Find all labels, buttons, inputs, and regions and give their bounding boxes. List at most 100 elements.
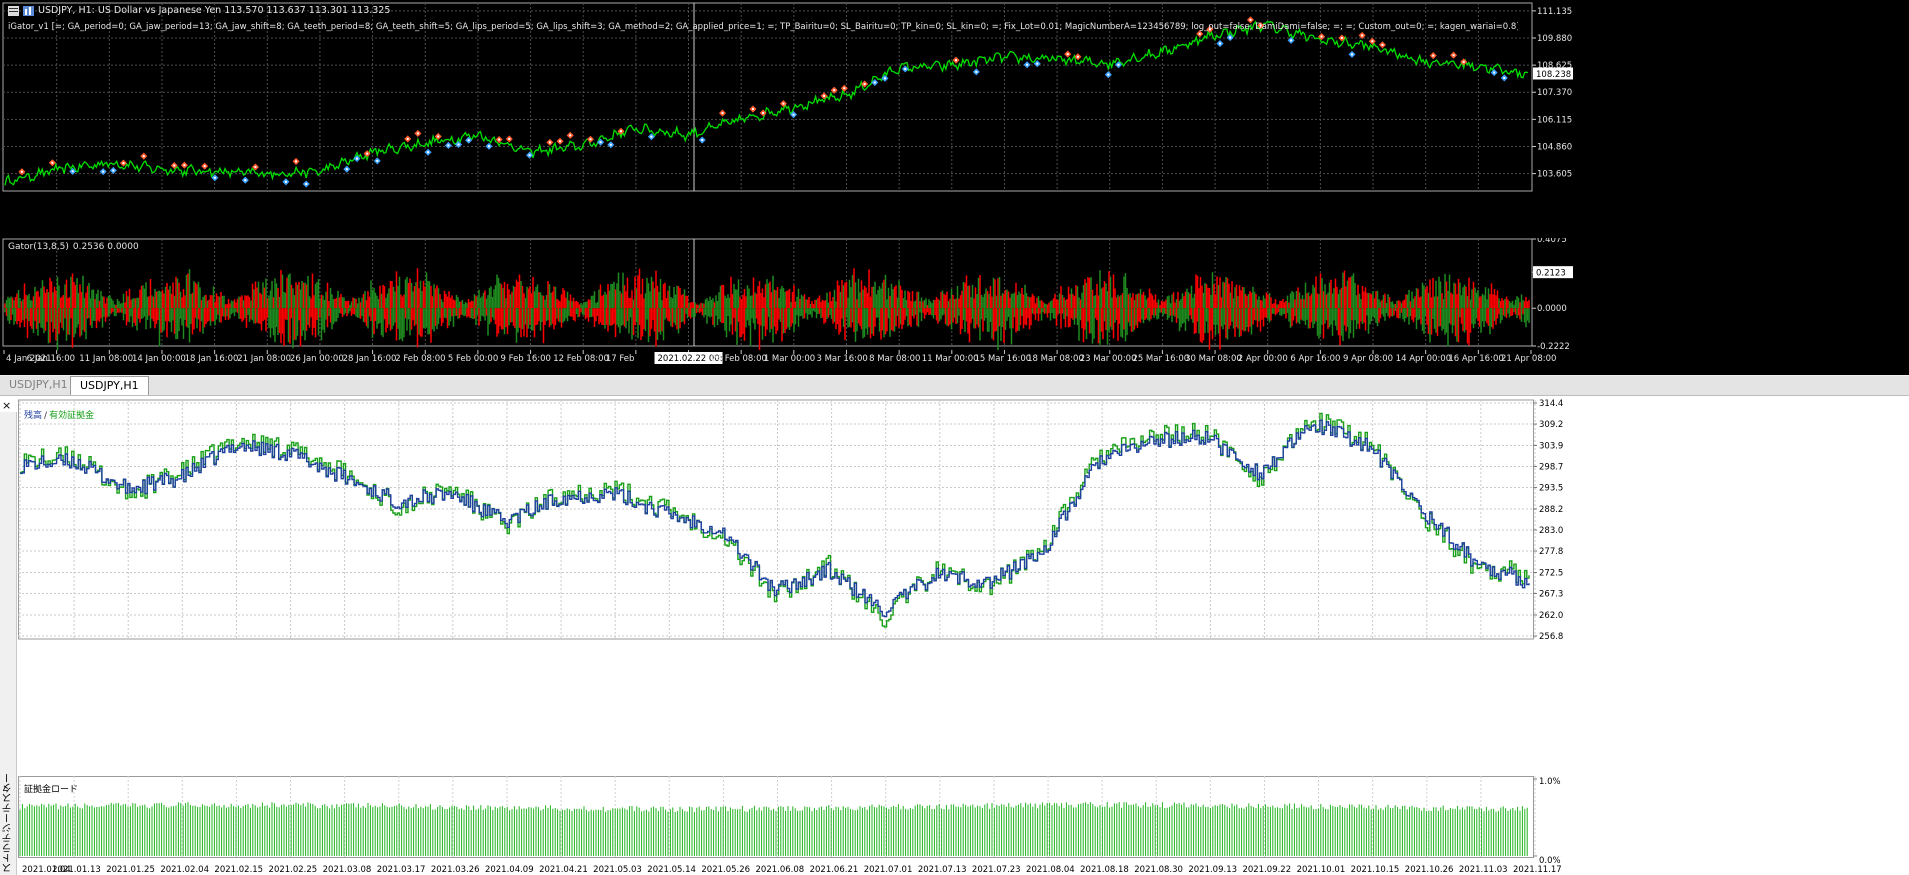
trade-marker-center [1361,34,1364,37]
date-tick-label: 2021.05.26 [701,865,750,875]
trade-marker-center [437,135,440,138]
chart-menu-icon[interactable] [8,5,19,16]
trade-marker-center [254,166,257,169]
trade-marker [18,168,26,176]
time-tick-label: 18 Jan 16:00 [185,354,239,364]
date-tick-label: 2021.07.13 [918,865,967,875]
trade-marker-center [51,161,54,164]
trade-marker [48,159,56,167]
trade-marker-center [173,164,176,167]
trade-marker [140,152,148,160]
trade-marker-center [1452,54,1455,57]
trade-marker-center [589,138,592,141]
trade-marker-center [863,83,866,86]
trade-marker-center [183,164,186,167]
trade-marker-center [1219,42,1222,45]
trade-marker [373,157,381,165]
trade-marker-center [122,162,125,165]
trade-marker [282,178,290,186]
balance-tick-label: 283.0 [1539,526,1563,536]
trade-marker [820,92,828,100]
time-tick-label: 9 Apr 08:00 [1343,354,1393,364]
trade-marker [414,129,422,137]
trade-marker-center [416,132,419,135]
margin-load-label: 証拠金ロード [24,785,79,795]
price-tick-label: 106.115 [1537,115,1572,125]
trade-marker-center [721,112,724,115]
trade-marker-center [873,81,876,84]
trade-marker-center [650,135,653,138]
trade-marker-center [1340,36,1343,39]
trade-marker-center [376,159,379,162]
trade-marker-center [142,155,145,158]
date-tick-label: 2021.06.08 [756,865,805,875]
trade-marker [292,157,300,165]
trade-marker [972,68,980,76]
trade-marker-center [427,151,430,154]
time-tick-label: 8 Mar 08:00 [869,354,920,364]
balance-plot-frame [18,399,1534,640]
time-tick-label: 2 Feb 08:00 [395,354,445,364]
trade-marker-center [1117,63,1120,66]
trade-marker-center [975,70,978,73]
symbol-info: USDJPY, H1: US Dollar vs Japanese Yen 11… [38,5,391,16]
tester-side-bar: ストラテジーテスター [0,412,17,875]
trade-marker [749,105,757,113]
balance-tick-label: 272.5 [1539,568,1563,578]
trade-marker-center [305,182,308,185]
date-tick-label: 2021.08.30 [1134,865,1183,875]
trade-marker-center [1249,18,1252,21]
price-chart[interactable]: 111.135109.880108.625107.370106.115104.8… [0,0,1909,238]
date-tick-label: 2021.01.13 [52,865,101,875]
gator-values: 0.2536 0.0000 [72,242,139,252]
date-tick-label: 2021.01.25 [106,865,155,875]
trade-marker-center [569,134,572,137]
balance-tick-label: 262.0 [1539,611,1563,621]
time-tick-label: 21 Apr 08:00 [1501,354,1556,364]
trade-marker-center [883,77,886,80]
trade-marker-center [792,113,795,116]
trade-marker [1490,69,1498,77]
trade-marker-center [559,140,562,143]
time-tick-label: 3 Mar 16:00 [816,354,867,364]
trade-marker [241,176,249,184]
trade-marker-center [244,179,247,182]
trade-marker-center [467,139,470,142]
margin-tick-label: 1.0% [1539,777,1561,787]
time-tick-label: 15 Mar 16:00 [974,354,1031,364]
date-tick-label: 2021.11.17 [1513,865,1562,875]
trade-marker [109,166,117,175]
balance-tick-label: 267.3 [1539,590,1563,600]
indicator-parameters: iGator_v1 [=; GA_period=0; GA_jaw_period… [8,22,1518,32]
trade-marker-center [203,165,206,168]
trade-marker [1216,39,1224,48]
date-tick-label: 2021.08.04 [1026,865,1075,875]
time-tick-label: 18 Mar 08:00 [1027,354,1084,364]
date-tick-label: 2021.10.01 [1297,865,1346,875]
trade-marker [180,161,188,169]
trade-marker [1104,71,1112,79]
gator-oscillator-chart[interactable]: 0.40750.21230.0000-0.22220.2123 [0,238,1909,350]
tab-usdjpy-h1-first[interactable]: USDJPY,H1 [0,377,78,393]
time-axis: 4 Jan 20216 Jan 16:00 11 Jan 08:0014 Jan … [3,350,1556,364]
balance-chart[interactable]: 314.4 309.2 303.9 298.7 293.5 288.2 283.0 277.8… [18,396,1909,776]
trade-marker-center [1076,55,1079,58]
time-tick-label: 17 Feb [606,354,635,364]
balance-tick-label: 314.4 [1539,399,1563,409]
close-icon[interactable]: × [2,400,11,411]
trade-marker [840,84,848,92]
time-tick-label: 28 Jan 16:00 [343,354,397,364]
trade-marker-center [457,143,460,146]
time-tick-label: 23 Mar 00:00 [1080,354,1137,364]
trade-marker-center [833,89,836,92]
trade-marker [586,135,595,143]
trade-marker [1064,50,1072,58]
tab-usdjpy-h1-second[interactable]: USDJPY,H1 [70,376,149,395]
tester-side-label[interactable]: ストラテジーテスター [1,773,16,873]
trade-marker [302,180,310,188]
time-tick-label: 11 Mar 00:00 [922,354,979,364]
margin-load-chart[interactable]: 1.0%0.0%2021.01.042021.01.13 2021.01.25 20… [18,776,1909,875]
trade-marker-center [1462,60,1465,63]
price-chart-window[interactable]: 111.135 109.880 108.625 107.370 106.115 104.8… [0,0,1909,375]
trade-marker-center [1290,39,1293,42]
